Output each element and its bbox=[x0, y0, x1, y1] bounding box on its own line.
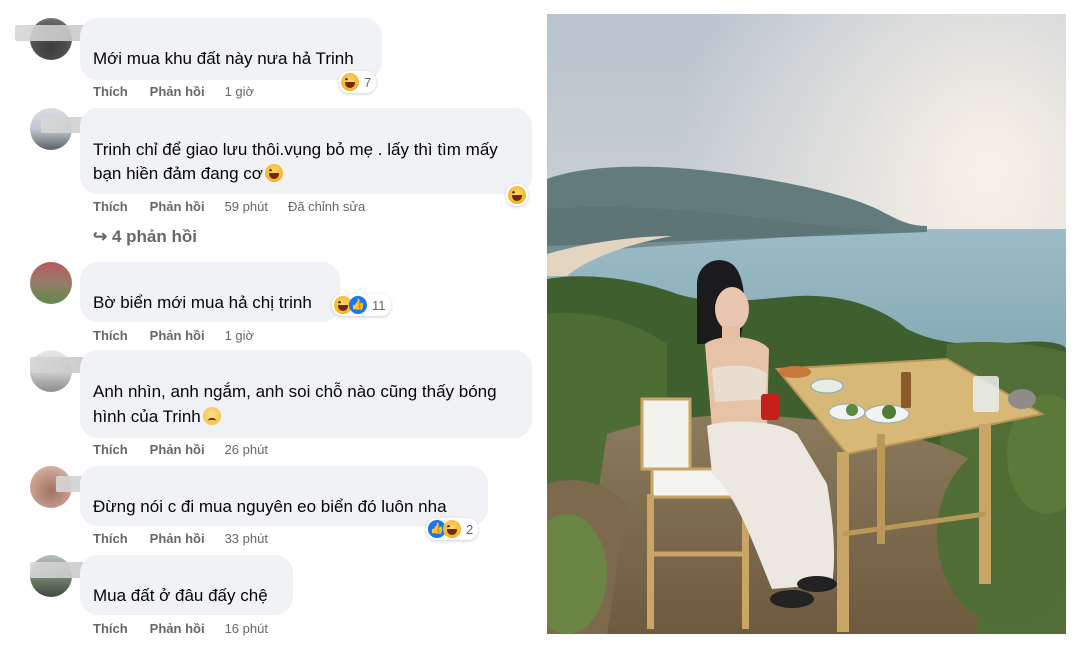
avatar[interactable] bbox=[30, 262, 72, 304]
sad-emoji-icon bbox=[202, 407, 221, 425]
reply-link[interactable]: Phản hồi bbox=[150, 621, 205, 636]
comment-actions: Thích Phản hồi 33 phút bbox=[93, 531, 268, 546]
comment-time[interactable]: 1 giờ bbox=[225, 84, 255, 99]
comment-time[interactable]: 26 phút bbox=[225, 442, 268, 457]
like-link[interactable]: Thích bbox=[93, 199, 128, 214]
reply-arrow-icon: ↪ bbox=[93, 227, 108, 246]
haha-reaction-icon bbox=[443, 520, 461, 538]
comment-actions: Thích Phản hồi 1 giờ bbox=[93, 84, 254, 99]
edited-label: Đã chỉnh sửa bbox=[287, 199, 366, 214]
reaction-count: 7 bbox=[364, 74, 372, 90]
comment-text-line-2: hình của Trinh bbox=[93, 407, 201, 426]
haha-reaction-icon bbox=[341, 73, 359, 91]
comment-time[interactable]: 1 giờ bbox=[225, 328, 255, 343]
comment-text: Bờ biển mới mua hả chị trinh bbox=[93, 293, 312, 312]
comment-text: Mua đất ở đâu đấy chệ bbox=[93, 586, 268, 605]
comment-text-line-1: Trinh chỉ để giao lưu thôi.vụng bỏ mẹ . … bbox=[93, 140, 498, 159]
comment-bubble: Mua đất ở đâu đấy chệ bbox=[80, 555, 293, 615]
comment-actions: Thích Phản hồi 16 phút bbox=[93, 621, 268, 636]
comment-list: Mới mua khu đất này nưa hả Trinh 7 Thích… bbox=[0, 0, 540, 648]
comment-time[interactable]: 33 phút bbox=[225, 531, 268, 546]
comment-text-line-2-row: bạn hiền đảm đang cơ bbox=[93, 162, 283, 186]
reaction-summary[interactable] bbox=[506, 184, 528, 206]
reaction-count: 2 bbox=[466, 521, 474, 537]
like-link[interactable]: Thích bbox=[93, 328, 128, 343]
comment-bubble: Mới mua khu đất này nưa hả Trinh bbox=[80, 18, 382, 80]
comment-text-line-2: bạn hiền đảm đang cơ bbox=[93, 164, 263, 183]
reaction-count: 11 bbox=[372, 297, 386, 313]
comment-text-line-2-row: hình của Trinh bbox=[93, 405, 221, 429]
like-reaction-icon: 👍 bbox=[349, 296, 367, 314]
comment-actions: Thích Phản hồi 59 phút Đã chỉnh sửa bbox=[93, 199, 365, 214]
reply-link[interactable]: Phản hồi bbox=[150, 328, 205, 343]
reply-link[interactable]: Phản hồi bbox=[150, 442, 205, 457]
seaside-photo bbox=[547, 14, 1066, 634]
comment-actions: Thích Phản hồi 26 phút bbox=[93, 442, 268, 457]
comment-bubble: Bờ biển mới mua hả chị trinh bbox=[80, 262, 340, 322]
comment-bubble: Trinh chỉ để giao lưu thôi.vụng bỏ mẹ . … bbox=[80, 108, 532, 194]
reaction-summary[interactable]: 👍 11 bbox=[332, 294, 391, 316]
like-link[interactable]: Thích bbox=[93, 84, 128, 99]
comment-text: Mới mua khu đất này nưa hả Trinh bbox=[93, 49, 354, 68]
reply-link[interactable]: Phản hồi bbox=[150, 84, 205, 99]
comment-actions: Thích Phản hồi 1 giờ bbox=[93, 328, 254, 343]
comment-bubble: Anh nhìn, anh ngắm, anh soi chỗ nào cũng… bbox=[80, 350, 532, 438]
reaction-summary[interactable]: 7 bbox=[339, 71, 377, 93]
laughing-emoji-icon bbox=[264, 164, 283, 182]
reply-link[interactable]: Phản hồi bbox=[150, 199, 205, 214]
comment-text-line-1: Anh nhìn, anh ngắm, anh soi chỗ nào cũng… bbox=[93, 382, 497, 401]
view-replies-link[interactable]: ↪ 4 phản hồi bbox=[93, 227, 197, 247]
comment-time[interactable]: 59 phút bbox=[225, 199, 268, 214]
replies-count: 4 phản hồi bbox=[111, 227, 197, 246]
comment-bubble: Đừng nói c đi mua nguyên eo biển đó luôn… bbox=[80, 466, 488, 526]
comment-text: Đừng nói c đi mua nguyên eo biển đó luôn… bbox=[93, 497, 447, 516]
comment-time[interactable]: 16 phút bbox=[225, 621, 268, 636]
like-link[interactable]: Thích bbox=[93, 442, 128, 457]
photo-illustration bbox=[547, 14, 1066, 634]
reply-link[interactable]: Phản hồi bbox=[150, 531, 205, 546]
reaction-summary[interactable]: 👍 2 bbox=[426, 518, 479, 540]
haha-reaction-icon bbox=[508, 186, 526, 204]
like-link[interactable]: Thích bbox=[93, 621, 128, 636]
like-link[interactable]: Thích bbox=[93, 531, 128, 546]
